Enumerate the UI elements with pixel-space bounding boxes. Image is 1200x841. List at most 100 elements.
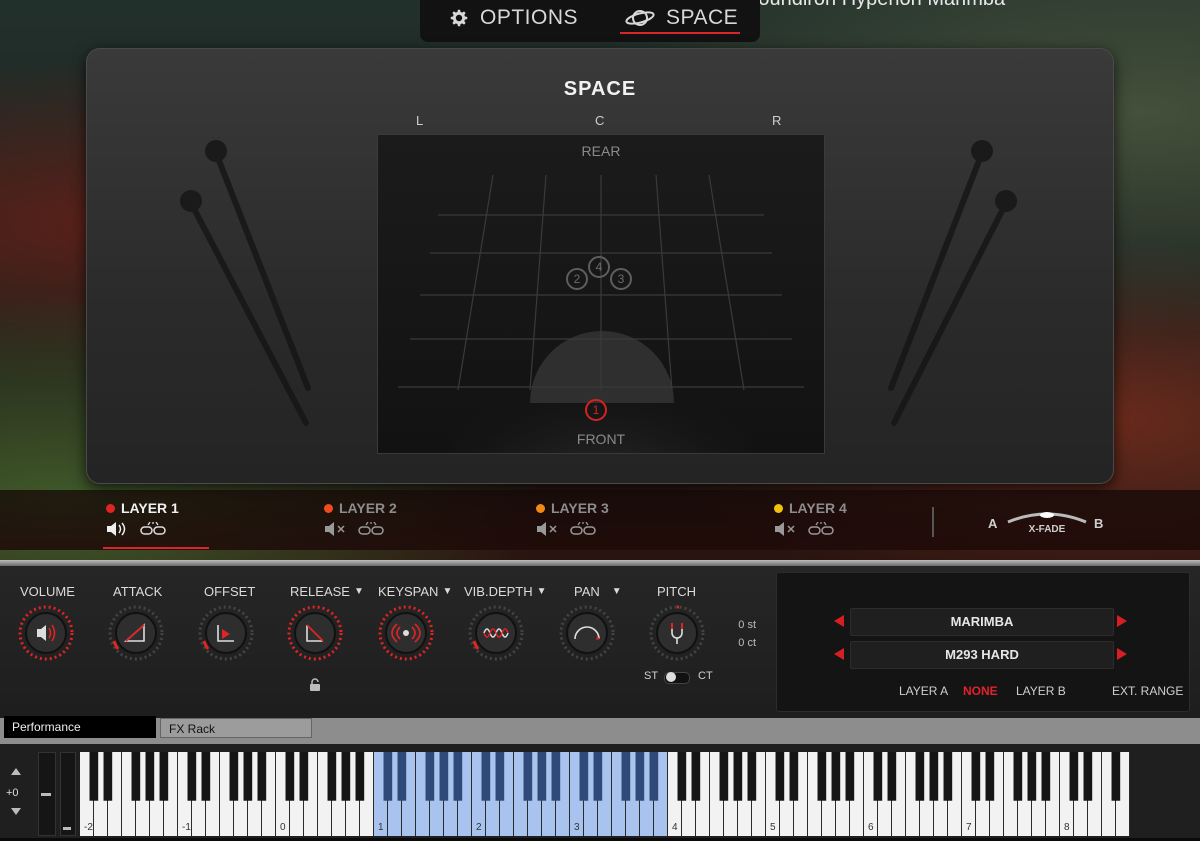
tab-space[interactable]: SPACE (624, 6, 738, 30)
mod-wheel[interactable] (60, 752, 76, 836)
layer-1-tab[interactable]: LAYER 1 (106, 500, 179, 541)
black-key[interactable] (523, 752, 533, 801)
prev-instrument-arrow[interactable] (834, 615, 844, 627)
xfade-slider[interactable]: X-FADE (1006, 508, 1088, 538)
black-key[interactable] (1027, 752, 1037, 801)
black-key[interactable] (131, 752, 141, 801)
black-key[interactable] (341, 752, 351, 801)
link-icon[interactable] (358, 521, 384, 541)
piano-keyboard[interactable]: -2 -1 0 1 2 3 4 5 6 7 8 (80, 752, 1130, 836)
pitch-cent-value[interactable]: 0 ct (710, 637, 756, 649)
keyboard-keys[interactable]: -2 -1 0 1 2 3 4 5 6 7 8 (80, 752, 1130, 836)
pitch-knob[interactable] (649, 605, 705, 661)
none-button[interactable]: NONE (963, 684, 998, 698)
release-knob[interactable] (287, 605, 343, 661)
black-key[interactable] (355, 752, 365, 801)
black-key[interactable] (89, 752, 99, 801)
next-instrument-arrow[interactable] (1117, 615, 1127, 627)
black-key[interactable] (971, 752, 981, 801)
tab-options[interactable]: OPTIONS (448, 6, 578, 30)
speaker-on-icon[interactable] (106, 522, 130, 541)
black-key[interactable] (551, 752, 561, 801)
octave-down-arrow[interactable] (11, 808, 21, 815)
layer-node-3[interactable]: 3 (610, 268, 632, 290)
layer-a-button[interactable]: LAYER A (899, 684, 948, 698)
black-key[interactable] (719, 752, 729, 801)
toggle-switch[interactable] (664, 672, 690, 684)
link-icon[interactable] (140, 521, 166, 541)
speaker-muted-icon[interactable] (536, 522, 560, 541)
black-key[interactable] (383, 752, 393, 801)
black-key[interactable] (397, 752, 407, 801)
attack-knob[interactable] (108, 605, 164, 661)
black-key[interactable] (985, 752, 995, 801)
speaker-muted-icon[interactable] (324, 522, 348, 541)
black-key[interactable] (495, 752, 505, 801)
black-key[interactable] (747, 752, 757, 801)
black-key[interactable] (201, 752, 211, 801)
black-key[interactable] (299, 752, 309, 801)
layer-node-2[interactable]: 2 (566, 268, 588, 290)
black-key[interactable] (929, 752, 939, 801)
black-key[interactable] (621, 752, 631, 801)
vibdepth-dropdown[interactable]: VIB.DEPTH ▼ (464, 584, 547, 599)
black-key[interactable] (537, 752, 547, 801)
release-dropdown[interactable]: RELEASE ▼ (290, 584, 364, 599)
black-key[interactable] (817, 752, 827, 801)
octave-up-arrow[interactable] (11, 768, 21, 775)
black-key[interactable] (159, 752, 169, 801)
volume-knob[interactable] (18, 605, 74, 661)
black-key[interactable] (845, 752, 855, 801)
stage-area[interactable]: REAR FRONT 2 4 3 1 (377, 134, 825, 454)
black-key[interactable] (677, 752, 687, 801)
black-key[interactable] (579, 752, 589, 801)
keyspan-knob[interactable] (378, 605, 434, 661)
black-key[interactable] (243, 752, 253, 801)
layer-4-tab[interactable]: LAYER 4 (774, 500, 847, 541)
black-key[interactable] (649, 752, 659, 801)
black-key[interactable] (691, 752, 701, 801)
instrument-selector[interactable]: MARIMBA (850, 608, 1114, 636)
tab-performance[interactable]: Performance (4, 716, 156, 738)
pitch-wheel[interactable] (38, 752, 56, 836)
pan-dropdown[interactable]: PAN ▼ (574, 584, 622, 599)
black-key[interactable] (481, 752, 491, 801)
black-key[interactable] (1111, 752, 1121, 801)
black-key[interactable] (943, 752, 953, 801)
black-key[interactable] (733, 752, 743, 801)
mallet-selector[interactable]: M293 HARD (850, 641, 1114, 669)
pitch-semitone-value[interactable]: 0 st (710, 619, 756, 631)
vibdepth-knob[interactable] (468, 605, 524, 661)
pan-knob[interactable] (559, 605, 615, 661)
black-key[interactable] (453, 752, 463, 801)
layer-3-tab[interactable]: LAYER 3 (536, 500, 609, 541)
link-icon[interactable] (808, 521, 834, 541)
black-key[interactable] (887, 752, 897, 801)
pitch-unit-toggle[interactable]: ST CT (644, 670, 716, 684)
speaker-muted-icon[interactable] (774, 522, 798, 541)
link-icon[interactable] (570, 521, 596, 541)
ext-range-button[interactable]: EXT. RANGE (1112, 684, 1183, 698)
layer-node-4[interactable]: 4 (588, 256, 610, 278)
keyspan-dropdown[interactable]: KEYSPAN ▼ (378, 584, 452, 599)
black-key[interactable] (1083, 752, 1093, 801)
black-key[interactable] (1069, 752, 1079, 801)
layer-node-1[interactable]: 1 (585, 399, 607, 421)
black-key[interactable] (1013, 752, 1023, 801)
black-key[interactable] (103, 752, 113, 801)
black-key[interactable] (439, 752, 449, 801)
tab-fx-rack[interactable]: FX Rack (160, 718, 312, 738)
black-key[interactable] (873, 752, 883, 801)
offset-knob[interactable] (198, 605, 254, 661)
black-key[interactable] (789, 752, 799, 801)
black-key[interactable] (327, 752, 337, 801)
black-key[interactable] (145, 752, 155, 801)
prev-mallet-arrow[interactable] (834, 648, 844, 660)
next-mallet-arrow[interactable] (1117, 648, 1127, 660)
layer-b-button[interactable]: LAYER B (1016, 684, 1066, 698)
black-key[interactable] (425, 752, 435, 801)
lock-icon[interactable] (309, 678, 321, 697)
black-key[interactable] (1041, 752, 1051, 801)
black-key[interactable] (229, 752, 239, 801)
black-key[interactable] (285, 752, 295, 801)
